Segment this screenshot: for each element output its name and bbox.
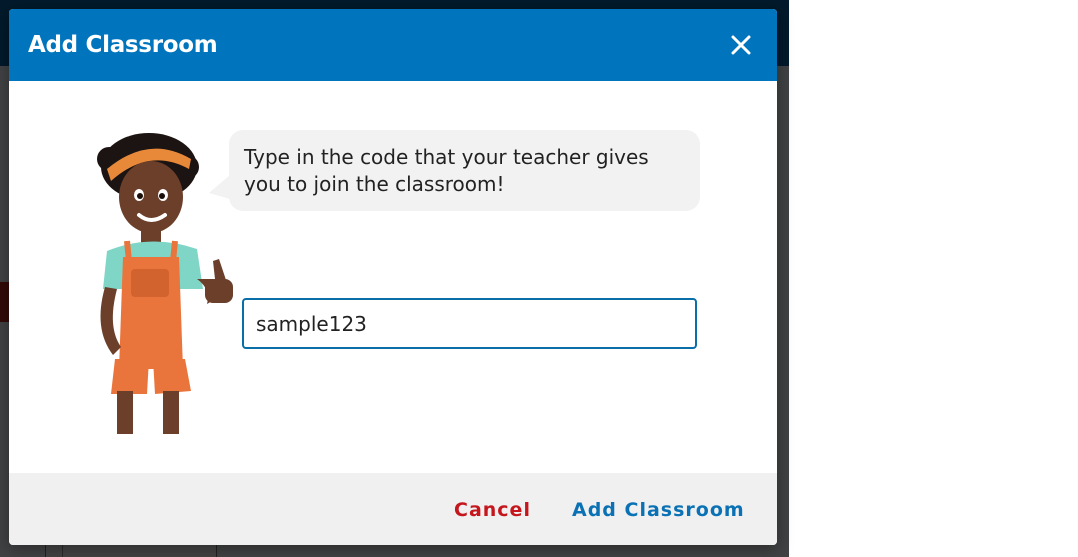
cancel-button[interactable]: Cancel [454,499,531,521]
add-classroom-button[interactable]: Add Classroom [572,499,745,521]
instruction-text: Type in the code that your teacher gives… [244,145,649,196]
add-classroom-dialog: Add Classroom Type in the code that your… [9,9,777,545]
close-icon [731,35,751,55]
classroom-code-input[interactable] [242,298,697,349]
dialog-title: Add Classroom [28,32,218,58]
page-margin [789,0,1078,557]
dialog-footer: Cancel Add Classroom [9,473,777,545]
close-button[interactable] [727,31,755,59]
speech-bubble: Type in the code that your teacher gives… [229,130,700,211]
dialog-header: Add Classroom [9,9,777,81]
